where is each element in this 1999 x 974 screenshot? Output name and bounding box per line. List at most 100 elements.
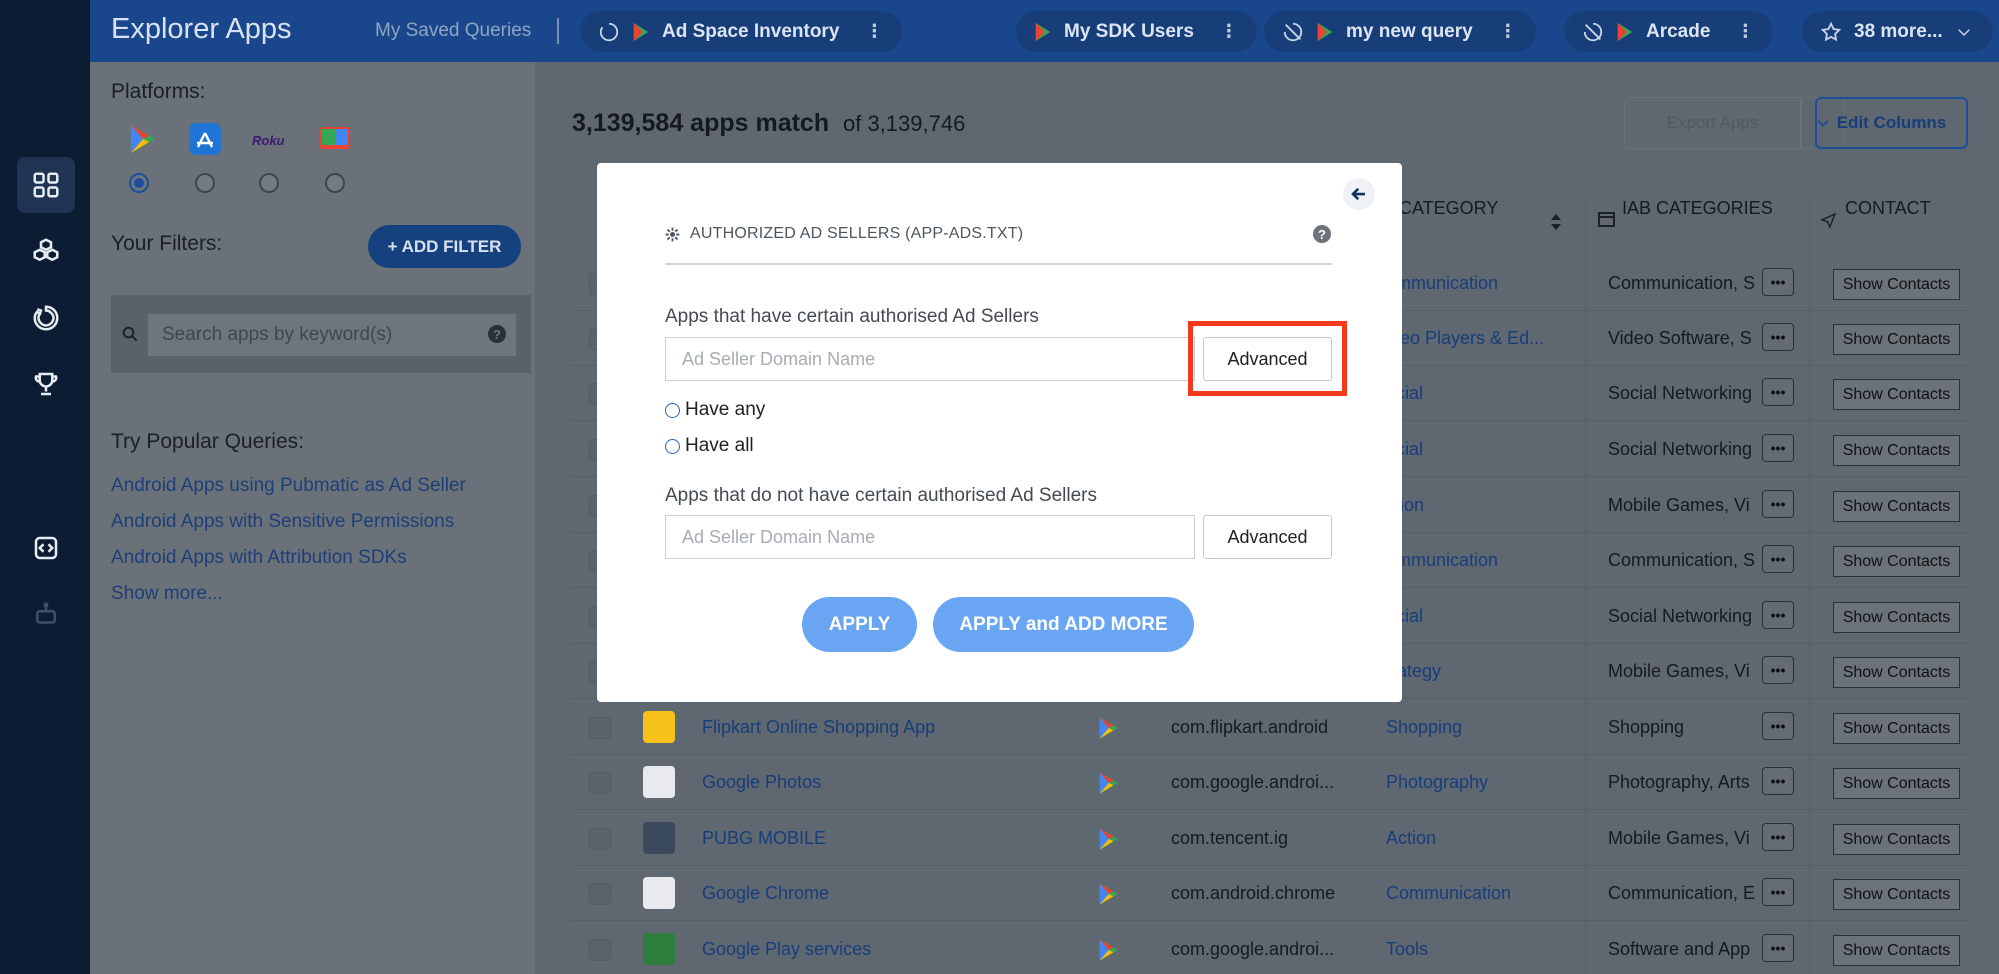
code-nav[interactable] — [17, 520, 75, 576]
show-contacts-button[interactable]: Show Contacts — [1833, 824, 1960, 855]
show-contacts-button[interactable]: Show Contacts — [1833, 324, 1960, 355]
search-input[interactable]: Search apps by keyword(s) — [147, 313, 517, 357]
show-more-link[interactable]: Show more... — [111, 583, 223, 605]
app-name-link[interactable]: Flipkart Online Shopping App — [702, 700, 935, 755]
google-play-icon[interactable] — [125, 122, 159, 156]
category-link[interactable]: ommunication — [1386, 256, 1498, 311]
kebab-icon[interactable]: ⋮ — [1220, 21, 1238, 42]
category-link[interactable]: Photography — [1386, 755, 1488, 810]
queries-nav[interactable] — [17, 290, 75, 346]
more-options-button[interactable]: ••• — [1762, 378, 1794, 406]
kebab-icon[interactable]: ⋮ — [1736, 21, 1754, 42]
arrow-left-icon — [1351, 187, 1365, 201]
category-link[interactable]: Tools — [1386, 922, 1428, 974]
popular-query-link[interactable]: Android Apps using Pubmatic as Ad Seller — [111, 475, 466, 497]
help-icon[interactable]: ? — [488, 325, 506, 343]
smart-tv-icon[interactable] — [318, 122, 352, 156]
row-checkbox[interactable] — [589, 828, 611, 850]
export-apps-button[interactable]: Export Apps — [1624, 97, 1801, 149]
more-options-button[interactable]: ••• — [1762, 823, 1794, 851]
show-contacts-button[interactable]: Show Contacts — [1833, 269, 1960, 300]
row-checkbox[interactable] — [589, 939, 611, 961]
google-play-icon — [1317, 22, 1333, 41]
not-have-sellers-label: Apps that do not have certain authorised… — [665, 485, 1097, 506]
kebab-icon[interactable]: ⋮ — [1499, 21, 1517, 42]
apps-grid-nav[interactable] — [17, 157, 75, 213]
have-seller-domain-input[interactable]: Ad Seller Domain Name — [665, 337, 1195, 381]
saved-query-new[interactable]: my new query ⋮ — [1264, 11, 1536, 52]
help-icon[interactable]: ? — [1313, 225, 1331, 243]
app-name-link[interactable]: Google Photos — [702, 755, 821, 810]
apply-button[interactable]: APPLY — [802, 597, 917, 652]
app-icon — [643, 877, 675, 909]
show-contacts-button[interactable]: Show Contacts — [1833, 379, 1960, 410]
more-queries-dropdown[interactable]: 38 more... — [1802, 11, 1993, 52]
row-checkbox[interactable] — [589, 717, 611, 739]
sdk-nav[interactable] — [17, 223, 75, 279]
iab-categories: Video Software, S — [1608, 328, 1752, 348]
more-options-button[interactable]: ••• — [1762, 490, 1794, 518]
app-name-link[interactable]: Google Chrome — [702, 866, 829, 921]
more-options-button[interactable]: ••• — [1762, 934, 1794, 962]
saved-query-arcade[interactable]: Arcade ⋮ — [1564, 11, 1774, 52]
show-contacts-button[interactable]: Show Contacts — [1833, 435, 1960, 466]
more-options-button[interactable]: ••• — [1762, 434, 1794, 462]
more-options-button[interactable]: ••• — [1762, 601, 1794, 629]
show-contacts-button[interactable]: Show Contacts — [1833, 768, 1960, 799]
popular-query-link[interactable]: Android Apps with Attribution SDKs — [111, 547, 407, 569]
app-store-icon[interactable] — [188, 122, 222, 156]
star-icon — [1820, 21, 1842, 41]
saved-query-ad-space[interactable]: Ad Space Inventory ⋮ — [580, 11, 903, 52]
show-contacts-button[interactable]: Show Contacts — [1833, 491, 1960, 522]
sort-icon[interactable] — [1550, 213, 1562, 231]
apply-and-add-more-button[interactable]: APPLY and ADD MORE — [933, 597, 1194, 652]
more-options-button[interactable]: ••• — [1762, 656, 1794, 684]
category-link[interactable]: ideo Players & Ed... — [1386, 311, 1544, 366]
more-options-button[interactable]: ••• — [1762, 767, 1794, 795]
grid-icon — [33, 172, 59, 198]
show-contacts-button[interactable]: Show Contacts — [1833, 713, 1960, 744]
platform-radio-roku[interactable] — [259, 173, 279, 193]
row-checkbox[interactable] — [589, 772, 611, 794]
have-all-radio[interactable]: Have all — [665, 435, 754, 457]
category-link[interactable]: Shopping — [1386, 700, 1462, 755]
show-contacts-button[interactable]: Show Contacts — [1833, 602, 1960, 633]
iab-categories: Photography, Arts — [1608, 772, 1750, 792]
iab-column-header[interactable]: IAB CATEGORIES — [1622, 198, 1773, 219]
show-contacts-button[interactable]: Show Contacts — [1833, 657, 1960, 688]
roku-icon[interactable]: Roku — [252, 133, 285, 148]
row-checkbox[interactable] — [589, 883, 611, 905]
app-name-link[interactable]: Google Play services — [702, 922, 871, 974]
robot-nav[interactable] — [17, 587, 75, 643]
show-contacts-button[interactable]: Show Contacts — [1833, 879, 1960, 910]
category-column-header[interactable]: CATEGORY — [1399, 198, 1498, 219]
more-options-button[interactable]: ••• — [1762, 268, 1794, 296]
more-options-button[interactable]: ••• — [1762, 545, 1794, 573]
more-options-button[interactable]: ••• — [1762, 323, 1794, 351]
trophy-nav[interactable] — [17, 356, 75, 412]
back-button[interactable] — [1343, 178, 1375, 210]
platform-radio-google-play[interactable] — [129, 173, 149, 193]
more-options-button[interactable]: ••• — [1762, 878, 1794, 906]
have-any-radio[interactable]: Have any — [665, 399, 765, 421]
table-row: Google Chrome com.android.chrome Communica… — [571, 866, 1968, 921]
add-filter-button[interactable]: + ADD FILTER — [368, 225, 521, 268]
not-have-seller-domain-input[interactable]: Ad Seller Domain Name — [665, 515, 1195, 559]
popular-query-link[interactable]: Android Apps with Sensitive Permissions — [111, 511, 454, 533]
google-play-icon — [1099, 828, 1118, 850]
app-name-link[interactable]: PUBG MOBILE — [702, 811, 826, 866]
platform-radio-tv[interactable] — [325, 173, 345, 193]
platform-radio-app-store[interactable] — [195, 173, 215, 193]
package-name: com.flipkart.android — [1171, 717, 1329, 737]
more-options-button[interactable]: ••• — [1762, 712, 1794, 740]
edit-columns-button[interactable]: Edit Columns — [1815, 97, 1968, 149]
show-contacts-button[interactable]: Show Contacts — [1833, 546, 1960, 577]
advanced-not-have-button[interactable]: Advanced — [1203, 515, 1332, 559]
table-row: Google Play services com.google.androi...… — [571, 922, 1968, 974]
category-link[interactable]: Action — [1386, 811, 1436, 866]
kebab-icon[interactable]: ⋮ — [865, 21, 883, 42]
saved-query-sdk-users[interactable]: My SDK Users ⋮ — [1016, 11, 1257, 52]
category-link[interactable]: Communication — [1386, 866, 1511, 921]
category-link[interactable]: ommunication — [1386, 533, 1498, 588]
show-contacts-button[interactable]: Show Contacts — [1833, 935, 1960, 966]
